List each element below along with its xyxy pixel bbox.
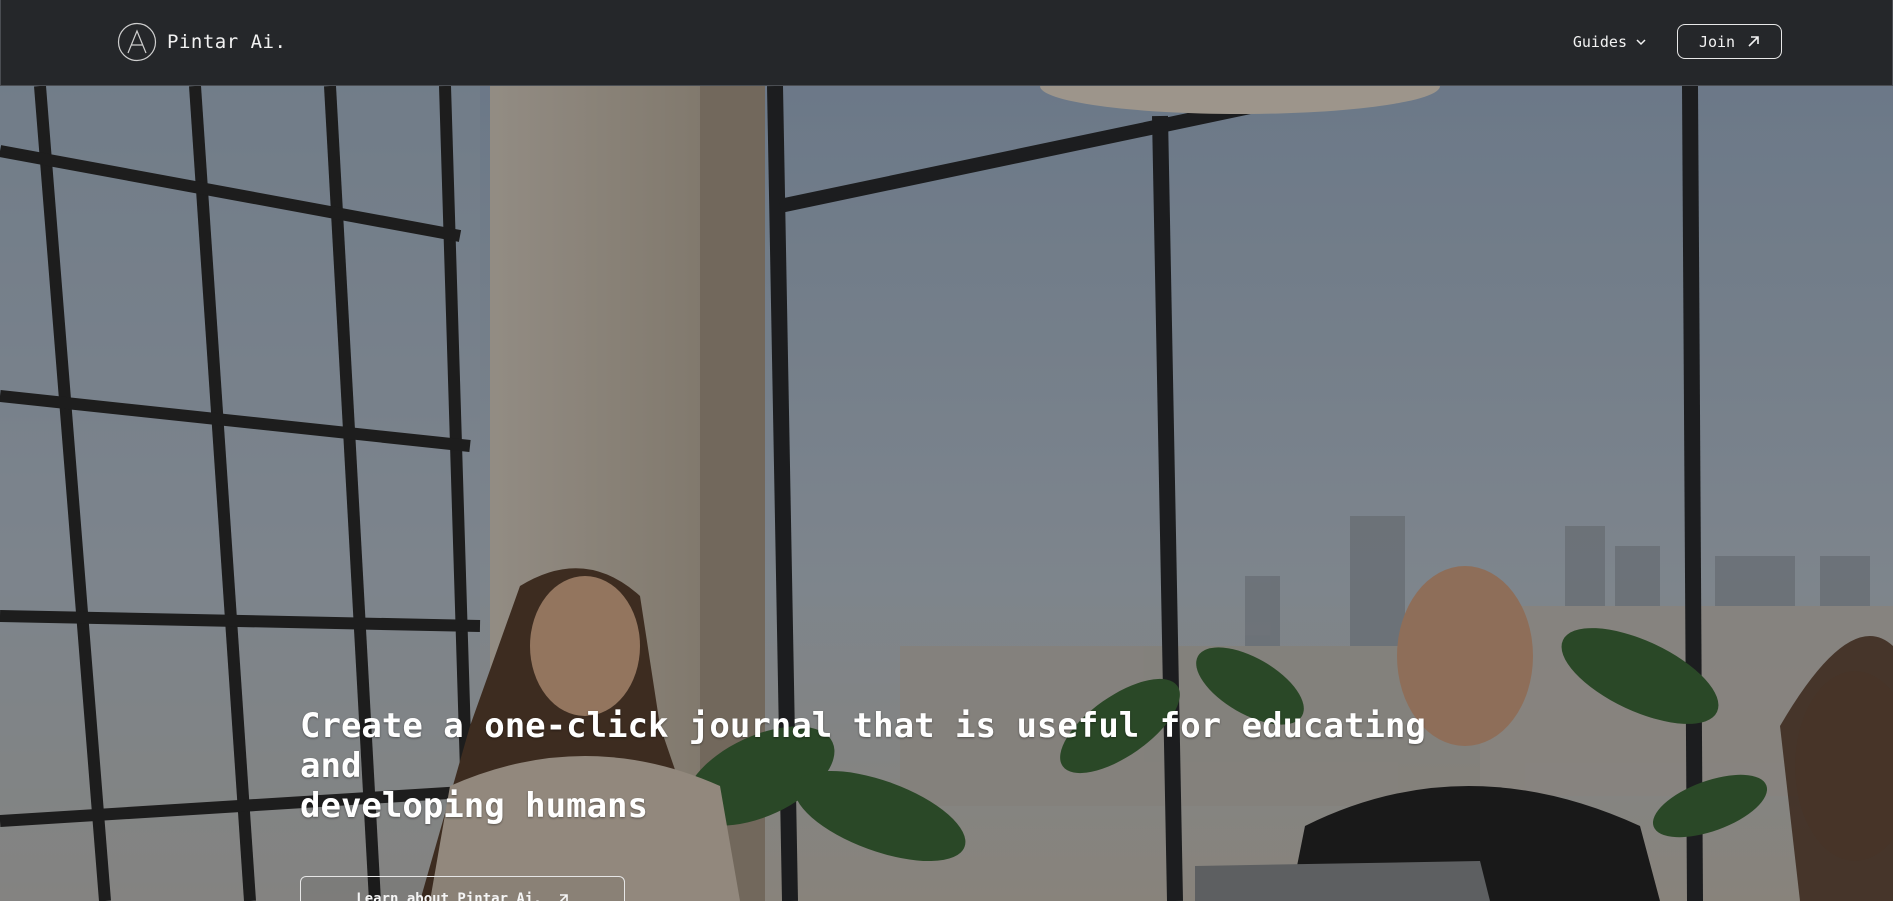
chevron-down-icon bbox=[1636, 38, 1646, 45]
nav-menu: Guides Join bbox=[1573, 24, 1782, 59]
hero-title-line-2: developing humans bbox=[300, 786, 648, 826]
learn-about-label: Learn about Pintar Ai. bbox=[356, 891, 542, 901]
learn-about-button[interactable]: Learn about Pintar Ai. bbox=[300, 876, 625, 901]
join-label: Join bbox=[1698, 32, 1736, 51]
arrow-up-right-icon bbox=[559, 893, 568, 901]
brand-logo-icon bbox=[117, 22, 157, 62]
brand-name: Pintar Ai. bbox=[167, 31, 287, 53]
hero-title-line-1: Create a one-click journal that is usefu… bbox=[300, 706, 1426, 786]
guides-dropdown[interactable]: Guides bbox=[1573, 33, 1647, 51]
arrow-up-right-icon bbox=[1748, 36, 1759, 47]
join-button[interactable]: Join bbox=[1677, 24, 1782, 59]
guides-label: Guides bbox=[1572, 32, 1627, 51]
hero-content: Create a one-click journal that is usefu… bbox=[300, 706, 1500, 901]
brand-link[interactable]: Pintar Ai. bbox=[117, 22, 286, 62]
hero-section: Create a one-click journal that is usefu… bbox=[0, 86, 1893, 901]
landing-page: Pintar Ai. Guides Join Create a one-clic… bbox=[0, 0, 1893, 901]
hero-title: Create a one-click journal that is usefu… bbox=[300, 706, 1500, 826]
top-navbar: Pintar Ai. Guides Join bbox=[0, 0, 1893, 86]
